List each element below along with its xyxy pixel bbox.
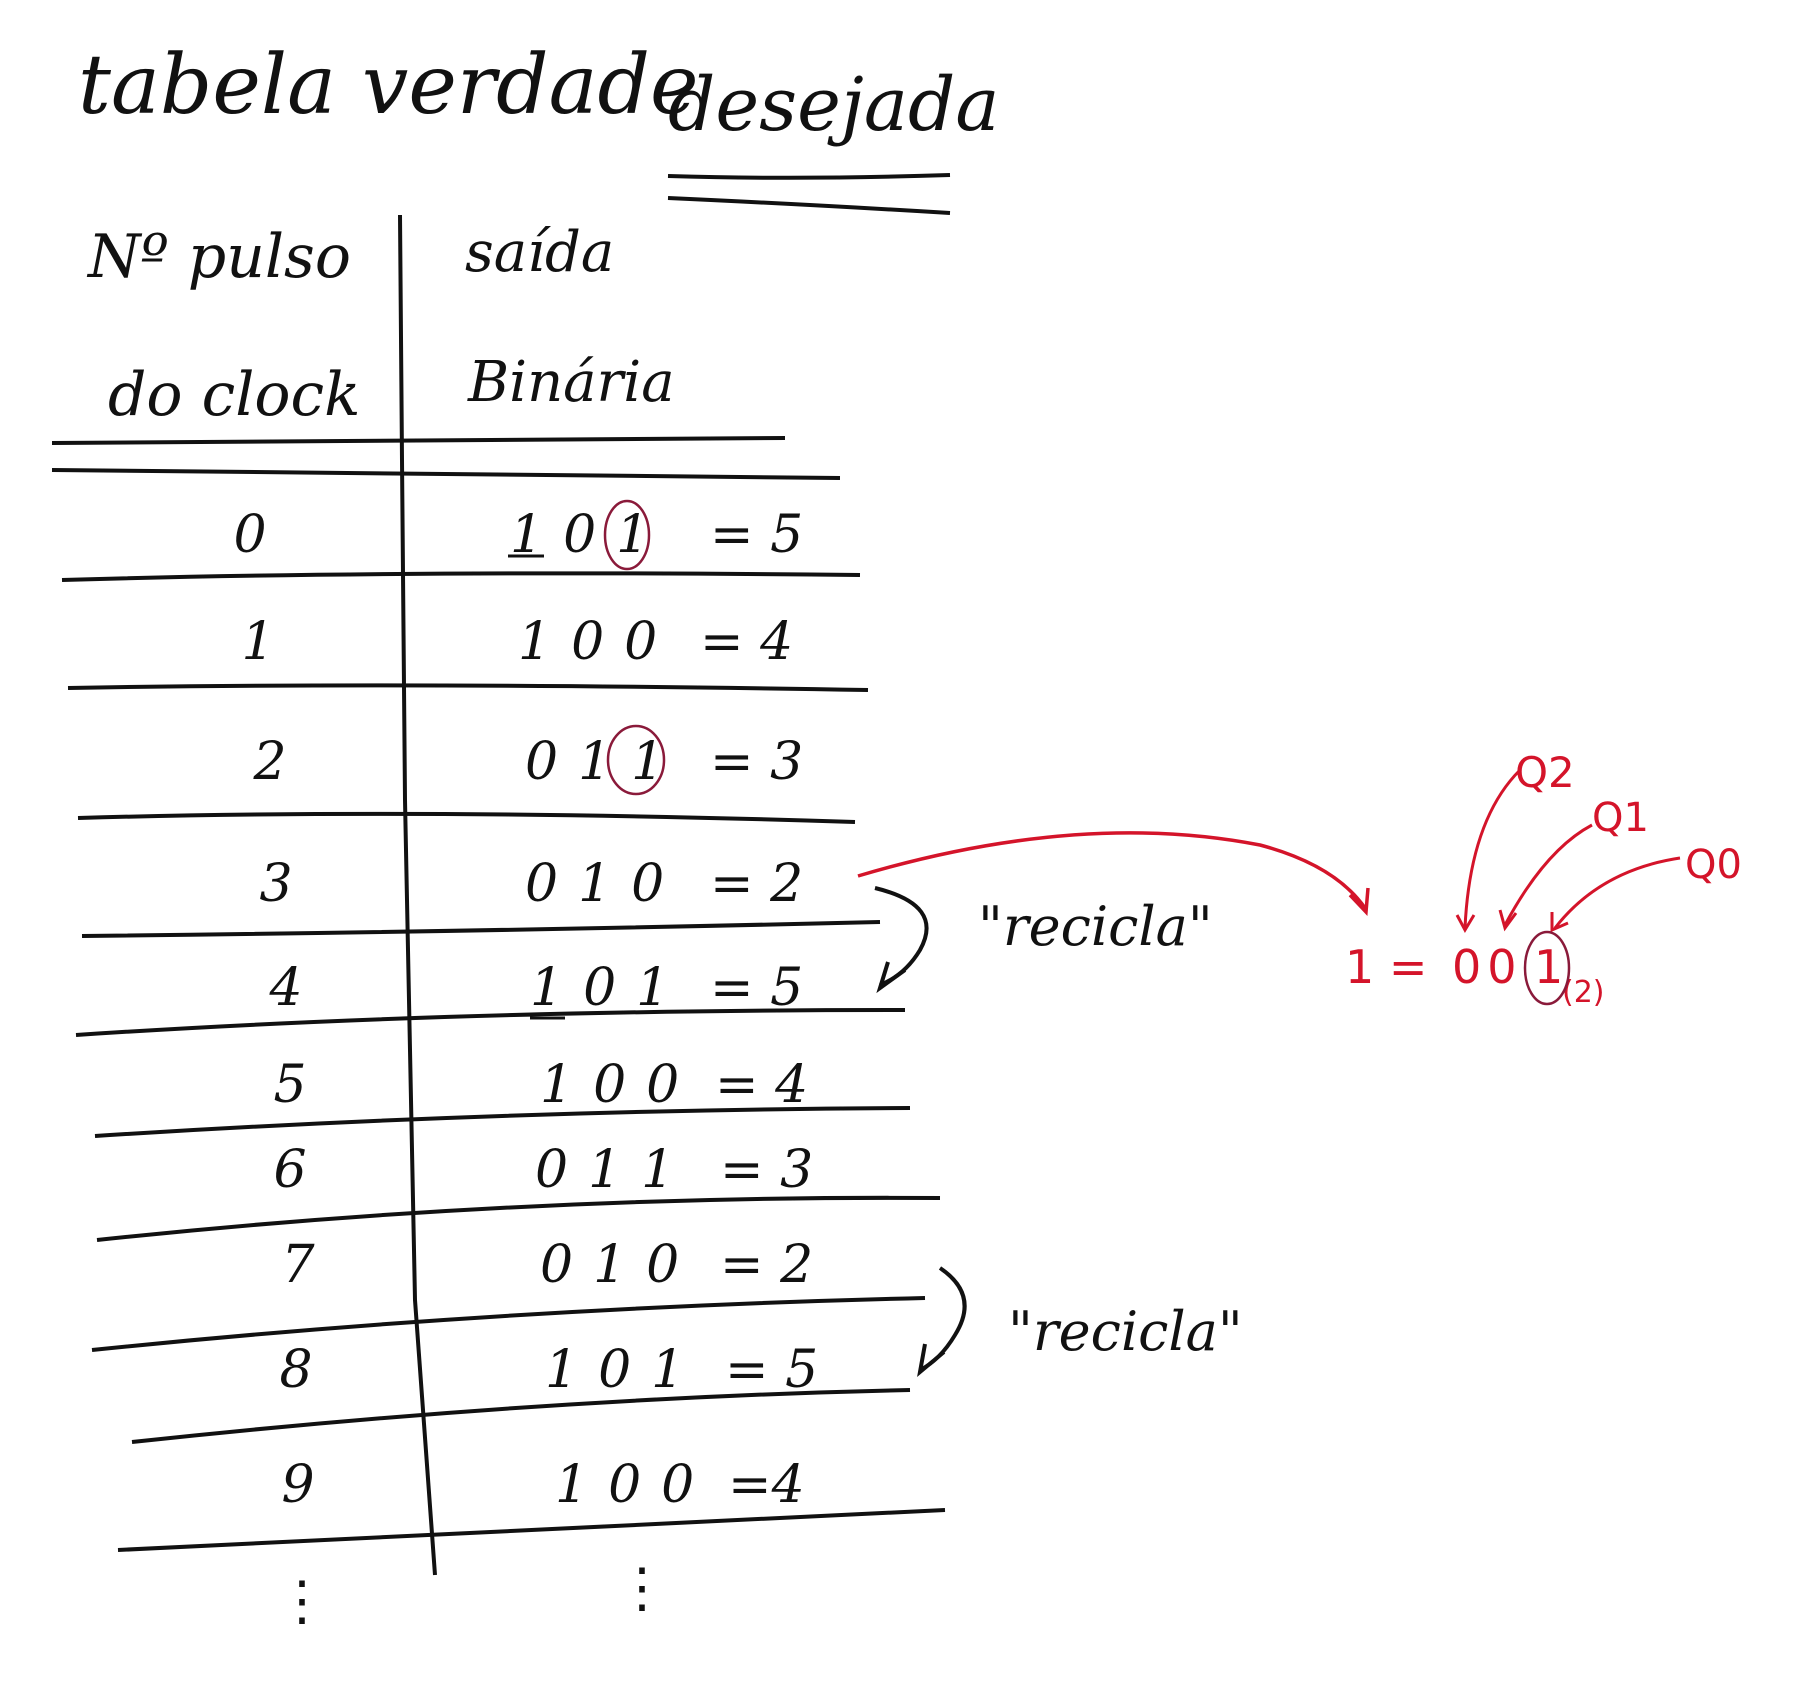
lsb-circle xyxy=(606,724,666,796)
row-separator xyxy=(67,683,869,692)
red-bit-circle xyxy=(1523,930,1571,1006)
header-underline-1 xyxy=(51,436,786,445)
row-separator xyxy=(61,571,861,582)
row-separator xyxy=(94,1106,911,1138)
row-separator xyxy=(81,920,881,938)
handwritten-strokes xyxy=(51,173,1681,1576)
title-underline-1 xyxy=(667,173,951,180)
red-connector-arrow xyxy=(857,831,1367,910)
row-separator xyxy=(96,1195,941,1242)
row-separator xyxy=(77,811,856,824)
row-separator xyxy=(131,1388,911,1444)
row-separator xyxy=(117,1508,946,1552)
row-separator xyxy=(75,1008,906,1037)
q1-arrow xyxy=(1503,823,1593,926)
column-divider xyxy=(398,214,437,1576)
q2-arrow xyxy=(1463,768,1522,929)
q0-arrow xyxy=(1553,856,1681,929)
recicla-arrow-2-head xyxy=(917,1343,946,1378)
lsb-circle xyxy=(603,499,651,571)
recicla-arrow-1 xyxy=(874,886,929,987)
title-underline-2 xyxy=(667,196,951,215)
header-underline-2 xyxy=(51,468,841,480)
row-separator xyxy=(91,1296,926,1352)
recicla-arrow-1-head xyxy=(876,961,907,994)
